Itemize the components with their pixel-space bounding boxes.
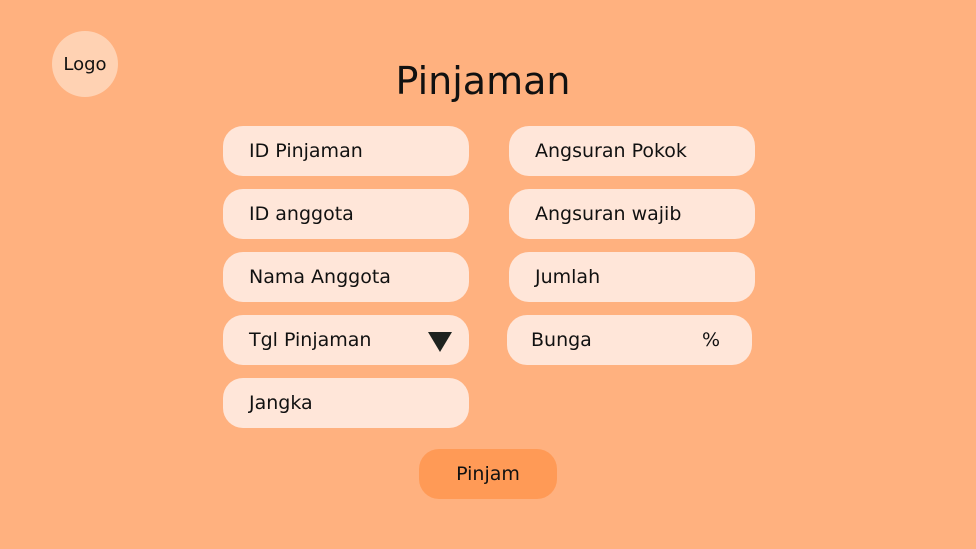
tgl-pinjaman-select[interactable]: Tgl Pinjaman <box>223 315 469 365</box>
dropdown-triangle-icon[interactable] <box>428 332 452 352</box>
percent-suffix: % <box>701 329 720 351</box>
angsuran-wajib-placeholder: Angsuran wajib <box>535 203 682 225</box>
bunga-placeholder: Bunga <box>531 329 592 351</box>
angsuran-wajib-field[interactable]: Angsuran wajib <box>509 189 755 239</box>
id-anggota-field[interactable]: ID anggota <box>223 189 469 239</box>
jangka-placeholder: Jangka <box>249 392 313 414</box>
tgl-pinjaman-placeholder: Tgl Pinjaman <box>249 329 372 351</box>
jangka-field[interactable]: Jangka <box>223 378 469 428</box>
nama-anggota-placeholder: Nama Anggota <box>249 266 391 288</box>
id-anggota-placeholder: ID anggota <box>249 203 354 225</box>
id-pinjaman-field[interactable]: ID Pinjaman <box>223 126 469 176</box>
id-pinjaman-placeholder: ID Pinjaman <box>249 140 363 162</box>
nama-anggota-field[interactable]: Nama Anggota <box>223 252 469 302</box>
pinjam-button[interactable]: Pinjam <box>419 449 557 499</box>
angsuran-pokok-placeholder: Angsuran Pokok <box>535 140 687 162</box>
angsuran-pokok-field[interactable]: Angsuran Pokok <box>509 126 755 176</box>
bunga-field[interactable]: Bunga % <box>507 315 752 365</box>
page-title: Pinjaman <box>395 59 571 103</box>
jumlah-placeholder: Jumlah <box>535 266 601 288</box>
jumlah-field[interactable]: Jumlah <box>509 252 755 302</box>
